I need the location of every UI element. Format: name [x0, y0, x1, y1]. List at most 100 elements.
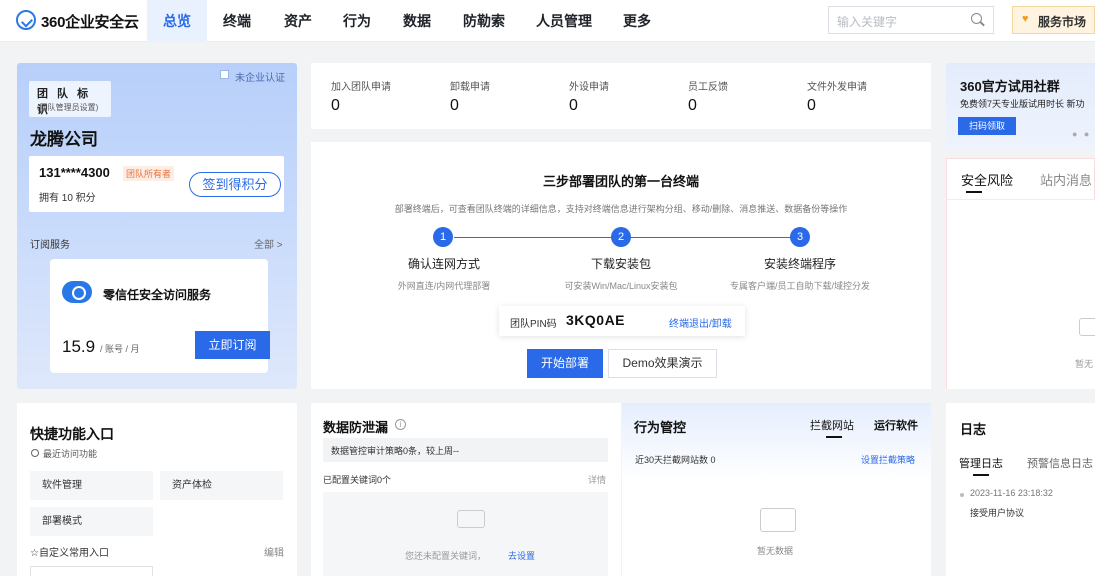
stat-value[interactable]: 0 [331, 97, 340, 115]
quick-item-asset-check[interactable]: 资产体检 [160, 471, 283, 500]
scan-claim-button[interactable]: 扫码领取 [958, 117, 1016, 135]
carousel-dots[interactable]: ● ● [1072, 129, 1091, 139]
nav-endpoint[interactable]: 终端 [223, 0, 251, 42]
empty-text: 您还未配置关键词， [405, 551, 487, 561]
team-tag[interactable]: 团 队 标 识 (团队管理员设置) [29, 81, 111, 117]
nav-behavior[interactable]: 行为 [343, 0, 371, 42]
logo-icon [16, 10, 36, 30]
top-header: 360企业安全云 总览 终端 资产 行为 数据 防勒索 人员管理 更多 输入关键… [0, 0, 1095, 42]
leak-empty-area: 您还未配置关键词， 去设置 [323, 492, 608, 576]
stat-value[interactable]: 0 [450, 97, 459, 115]
setup-link[interactable]: 去设置 [508, 549, 535, 562]
account-box: 131****4300 团队所有者 拥有 10 积分 签到得积分 [29, 156, 284, 212]
subscription-all-link[interactable]: 全部 > [254, 236, 283, 251]
clock-icon [31, 449, 39, 457]
step-subtitle: 可安装Win/Mac/Linux安装包 [564, 281, 678, 291]
step-title: 下载安装包 [590, 257, 651, 271]
quick-item-deploy-mode[interactable]: 部署模式 [30, 507, 153, 536]
uninstall-link[interactable]: 终端退出/卸载 [669, 315, 732, 330]
quick-entry-panel: 快捷功能入口 最近访问功能 软件管理 资产体检 部署模式 ☆自定义常用入口 编辑 [17, 403, 297, 576]
tab-underline [966, 191, 982, 193]
price: 15.9 [62, 337, 96, 356]
nav-people[interactable]: 人员管理 [536, 0, 592, 42]
risk-panel: 安全风险 站内消息 暂无 [946, 158, 1095, 389]
edit-link[interactable]: 编辑 [264, 544, 284, 559]
pin-label: 团队PIN码 [510, 319, 557, 330]
service-market-label: 服务市场 [1038, 15, 1087, 29]
tab-underline [826, 436, 842, 438]
recent-label: 最近访问功能 [43, 449, 98, 459]
zero-trust-icon [62, 281, 92, 303]
blocked-count: 近30天拦截网站数 0 [635, 455, 716, 465]
deploy-panel: 三步部署团队的第一台终端 部署终端后，可查看团队终端的详细信息，支持对终端信息进… [311, 142, 931, 389]
logo-text[interactable]: 360企业安全云 [41, 11, 139, 32]
quick-item-software[interactable]: 软件管理 [30, 471, 153, 500]
quick-title: 快捷功能入口 [30, 426, 114, 442]
stat-value[interactable]: 0 [569, 97, 578, 115]
pin-code: 3KQ0AE [566, 312, 626, 328]
tab-alert-log[interactable]: 预警信息日志 [1027, 455, 1093, 471]
policy-bar: 数据管控审计策略0条，较上周-- [323, 438, 608, 462]
cert-label: 未企业认证 [235, 73, 285, 84]
nav-overview[interactable]: 总览 [147, 0, 207, 42]
empty-text: 暂无数据 [757, 546, 794, 556]
keyword-count: 已配置关键词0个 [323, 475, 392, 485]
price-unit: / 账号 / 月 [100, 344, 140, 354]
behavior-panel: 行为管控 拦截网站 运行软件 近30天拦截网站数 0 设置拦截策略 暂无数据 [622, 403, 931, 576]
demo-button[interactable]: Demo效果演示 [608, 349, 717, 378]
cert-icon [220, 70, 229, 79]
deploy-title: 三步部署团队的第一台终端 [542, 174, 699, 189]
leak-title: 数据防泄漏 [323, 420, 389, 435]
service-name: 零信任安全访问服务 [103, 288, 212, 302]
stat-value[interactable]: 0 [688, 97, 697, 115]
step-subtitle: 外网直连/内网代理部署 [397, 281, 491, 291]
tab-blocked-sites[interactable]: 拦截网站 [810, 417, 854, 433]
nav-data[interactable]: 数据 [403, 0, 431, 42]
block-policy-link[interactable]: 设置拦截策略 [861, 453, 915, 466]
empty-box-icon [457, 510, 485, 528]
policy-text: 数据管控审计策略0条，较上周-- [331, 446, 460, 456]
behavior-title: 行为管控 [634, 420, 687, 435]
stat-label: 外设申请 [569, 82, 609, 93]
risk-empty-area: 暂无 [947, 199, 1095, 389]
tab-running-software[interactable]: 运行软件 [874, 417, 918, 433]
step-title: 安装终端程序 [763, 257, 836, 271]
stat-label: 员工反馈 [688, 82, 728, 93]
step-title: 确认连网方式 [407, 257, 480, 271]
log-timestamp: 2023-11-16 23:18:32 [970, 488, 1053, 498]
detail-link[interactable]: 详情 [588, 473, 606, 486]
log-bullet [960, 493, 964, 497]
custom-entry-slot[interactable] [30, 566, 153, 576]
tab-messages[interactable]: 站内消息 [1040, 170, 1092, 189]
stat-label: 加入团队申请 [331, 82, 391, 93]
checkin-button[interactable]: 签到得积分 [189, 172, 281, 197]
trial-banner: 360官方试用社群 免费领7天专业版试用时长 新功 扫码领取 ● ● [946, 63, 1095, 149]
search-input[interactable]: 输入关键字 [828, 6, 994, 34]
start-deploy-button[interactable]: 开始部署 [527, 349, 603, 378]
nav-ransomware[interactable]: 防勒索 [463, 0, 505, 42]
service-card: 零信任安全访问服务 15.9 / 账号 / 月 立即订阅 [50, 259, 270, 373]
log-panel: 日志 管理日志 预警信息日志 2023-11-16 23:18:32 接受用户协… [946, 403, 1095, 576]
empty-box-icon [1079, 318, 1095, 336]
cert-status[interactable]: 未企业认证 [220, 69, 285, 84]
step-subtitle: 专属客户端/员工自助下载/域控分发 [729, 281, 870, 291]
subscribe-button[interactable]: 立即订阅 [195, 331, 270, 359]
search-placeholder: 输入关键字 [837, 15, 898, 29]
nav-more[interactable]: 更多 [623, 0, 651, 42]
info-icon[interactable]: i [395, 419, 406, 430]
service-market-button[interactable]: ♥ 服务市场 [1012, 6, 1095, 34]
stat-label: 卸载申请 [450, 82, 490, 93]
nav-assets[interactable]: 资产 [284, 0, 312, 42]
trial-subtitle: 免费领7天专业版试用时长 新功 [960, 99, 1085, 109]
empty-text: 暂无 [1075, 359, 1094, 369]
empty-box-icon [760, 508, 796, 532]
tab-admin-log[interactable]: 管理日志 [959, 455, 1003, 471]
search-icon[interactable] [971, 13, 982, 24]
stat-value[interactable]: 0 [807, 97, 816, 115]
stat-label: 文件外发申请 [807, 82, 867, 93]
pin-box: 团队PIN码 3KQ0AE 终端退出/卸载 [499, 306, 745, 336]
step-number: 2 [611, 227, 631, 247]
tab-security-risk[interactable]: 安全风险 [961, 170, 1013, 189]
team-tag-sub: (团队管理员设置) [37, 103, 99, 112]
custom-entry-label: ☆自定义常用入口 [30, 548, 109, 559]
